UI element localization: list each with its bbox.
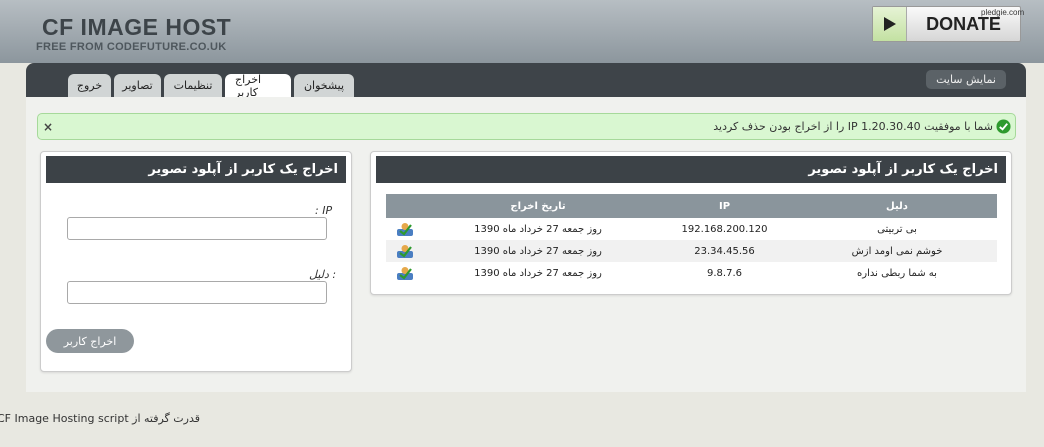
- ip-input[interactable]: [67, 217, 327, 240]
- row-reason: خوشم نمی اومد ازش: [797, 240, 997, 262]
- ban-list-panel: اخراج یک کاربر از آپلود تصویر دلیل IP تا…: [370, 151, 1012, 295]
- column-ip: IP: [652, 194, 797, 218]
- column-reason: دلیل: [797, 194, 997, 218]
- main-nav: پیشخوان اخراج کاربر تنظیمات تصاویر خروج …: [26, 63, 1026, 99]
- row-ip: 192.168.200.120: [681, 223, 768, 235]
- row-reason: به شما ربطی نداره: [857, 267, 937, 279]
- ip-label: : IP: [315, 204, 333, 217]
- column-action: [386, 194, 424, 218]
- reason-label: دلیل :: [309, 268, 337, 281]
- ban-form-title: اخراج یک کاربر از آپلود تصویر: [46, 156, 346, 183]
- unban-user-icon[interactable]: [397, 222, 413, 236]
- reason-input[interactable]: [67, 281, 327, 304]
- site-header: CF IMAGE HOST FREE FROM CODEFUTURE.CO.UK…: [0, 0, 1044, 63]
- logo-title[interactable]: CF IMAGE HOST: [42, 14, 231, 41]
- row-date: روز جمعه 27 خرداد ماه 1390: [474, 223, 602, 235]
- unban-user-icon[interactable]: [397, 244, 413, 258]
- success-alert: × شما با موفقیت IP 1.20.30.40 را از اخرا…: [37, 113, 1016, 140]
- ban-form-panel: اخراج یک کاربر از آپلود تصویر : IP دلیل …: [40, 151, 352, 372]
- tab-images[interactable]: تصاویر: [114, 74, 161, 97]
- pledgie-watermark: pledgie.com: [981, 8, 1025, 17]
- logo-subtitle: FREE FROM CODEFUTURE.CO.UK: [36, 41, 227, 53]
- ban-list-table: دلیل IP تاریخ اخراج بی تربیتی 192.168.20…: [386, 194, 997, 284]
- ban-list-title: اخراج یک کاربر از آپلود تصویر: [376, 156, 1006, 183]
- table-row: خوشم نمی اومد ازش 23.34.45.56 روز جمعه 2…: [386, 240, 997, 262]
- tab-logout[interactable]: خروج: [68, 74, 111, 97]
- tab-settings[interactable]: تنظیمات: [164, 74, 222, 97]
- table-header-row: دلیل IP تاریخ اخراج: [386, 194, 997, 218]
- row-ip: 9.8.7.6: [707, 267, 742, 279]
- row-date: روز جمعه 27 خرداد ماه 1390: [474, 267, 602, 279]
- play-icon: [873, 7, 907, 41]
- footer-credit: قدرت گرفته از CF Image Hosting script: [0, 412, 200, 425]
- column-date: تاریخ اخراج: [424, 194, 652, 218]
- row-ip: 23.34.45.56: [652, 240, 797, 262]
- check-circle-icon: [996, 119, 1011, 134]
- view-site-button[interactable]: نمایش سایت: [926, 70, 1006, 89]
- row-date: روز جمعه 27 خرداد ماه 1390: [424, 240, 652, 262]
- unban-user-icon[interactable]: [397, 266, 413, 280]
- ban-user-button[interactable]: اخراج کاربر: [46, 329, 134, 353]
- close-icon[interactable]: ×: [43, 120, 53, 134]
- tab-ban-user[interactable]: اخراج کاربر: [225, 73, 291, 99]
- table-row: به شما ربطی نداره 9.8.7.6 روز جمعه 27 خر…: [386, 262, 997, 284]
- tab-dashboard[interactable]: پیشخوان: [294, 74, 354, 97]
- row-reason: بی تربیتی: [877, 223, 917, 235]
- alert-message: شما با موفقیت IP 1.20.30.40 را از اخراج …: [713, 120, 993, 133]
- table-row: بی تربیتی 192.168.200.120 روز جمعه 27 خر…: [386, 218, 997, 240]
- main-content: × شما با موفقیت IP 1.20.30.40 را از اخرا…: [26, 97, 1026, 392]
